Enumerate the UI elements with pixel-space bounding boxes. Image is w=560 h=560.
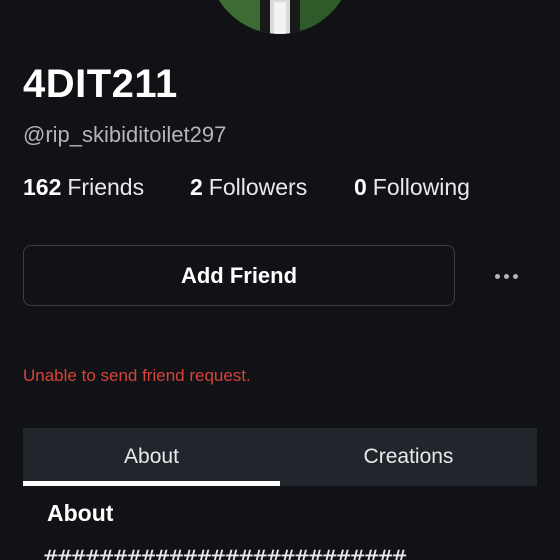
following-label: Following <box>372 174 470 200</box>
about-description: ########################## <box>43 545 406 560</box>
friends-count: 162 <box>23 174 62 200</box>
more-horizontal-icon-dot <box>512 273 518 279</box>
profile-page: 4DIT211 @rip_skibiditoilet297 162 Friends… <box>0 0 560 560</box>
tab-about[interactable]: About <box>23 428 280 486</box>
followers-stat[interactable]: 2 Followers <box>190 174 307 201</box>
avatar-image <box>208 0 352 34</box>
username: @rip_skibiditoilet297 <box>23 122 227 147</box>
display-name: 4DIT211 <box>23 62 178 106</box>
tab-creations[interactable]: Creations <box>280 428 537 486</box>
more-horizontal-icon <box>494 273 500 279</box>
friends-stat[interactable]: 162 Friends <box>23 174 144 201</box>
friend-request-error: Unable to send friend request. <box>23 366 251 385</box>
about-section-title: About <box>47 500 114 526</box>
following-count: 0 <box>354 174 367 200</box>
following-stat[interactable]: 0 Following <box>354 174 470 201</box>
active-tab-indicator <box>23 481 280 486</box>
add-friend-button[interactable]: Add Friend <box>23 245 455 306</box>
profile-tabs: About Creations <box>23 428 537 486</box>
followers-count: 2 <box>190 174 203 200</box>
friends-label: Friends <box>67 174 145 200</box>
more-horizontal-icon-dot <box>503 273 509 279</box>
followers-label: Followers <box>208 174 308 200</box>
avatar[interactable] <box>208 0 352 34</box>
more-options-button[interactable] <box>486 262 526 290</box>
